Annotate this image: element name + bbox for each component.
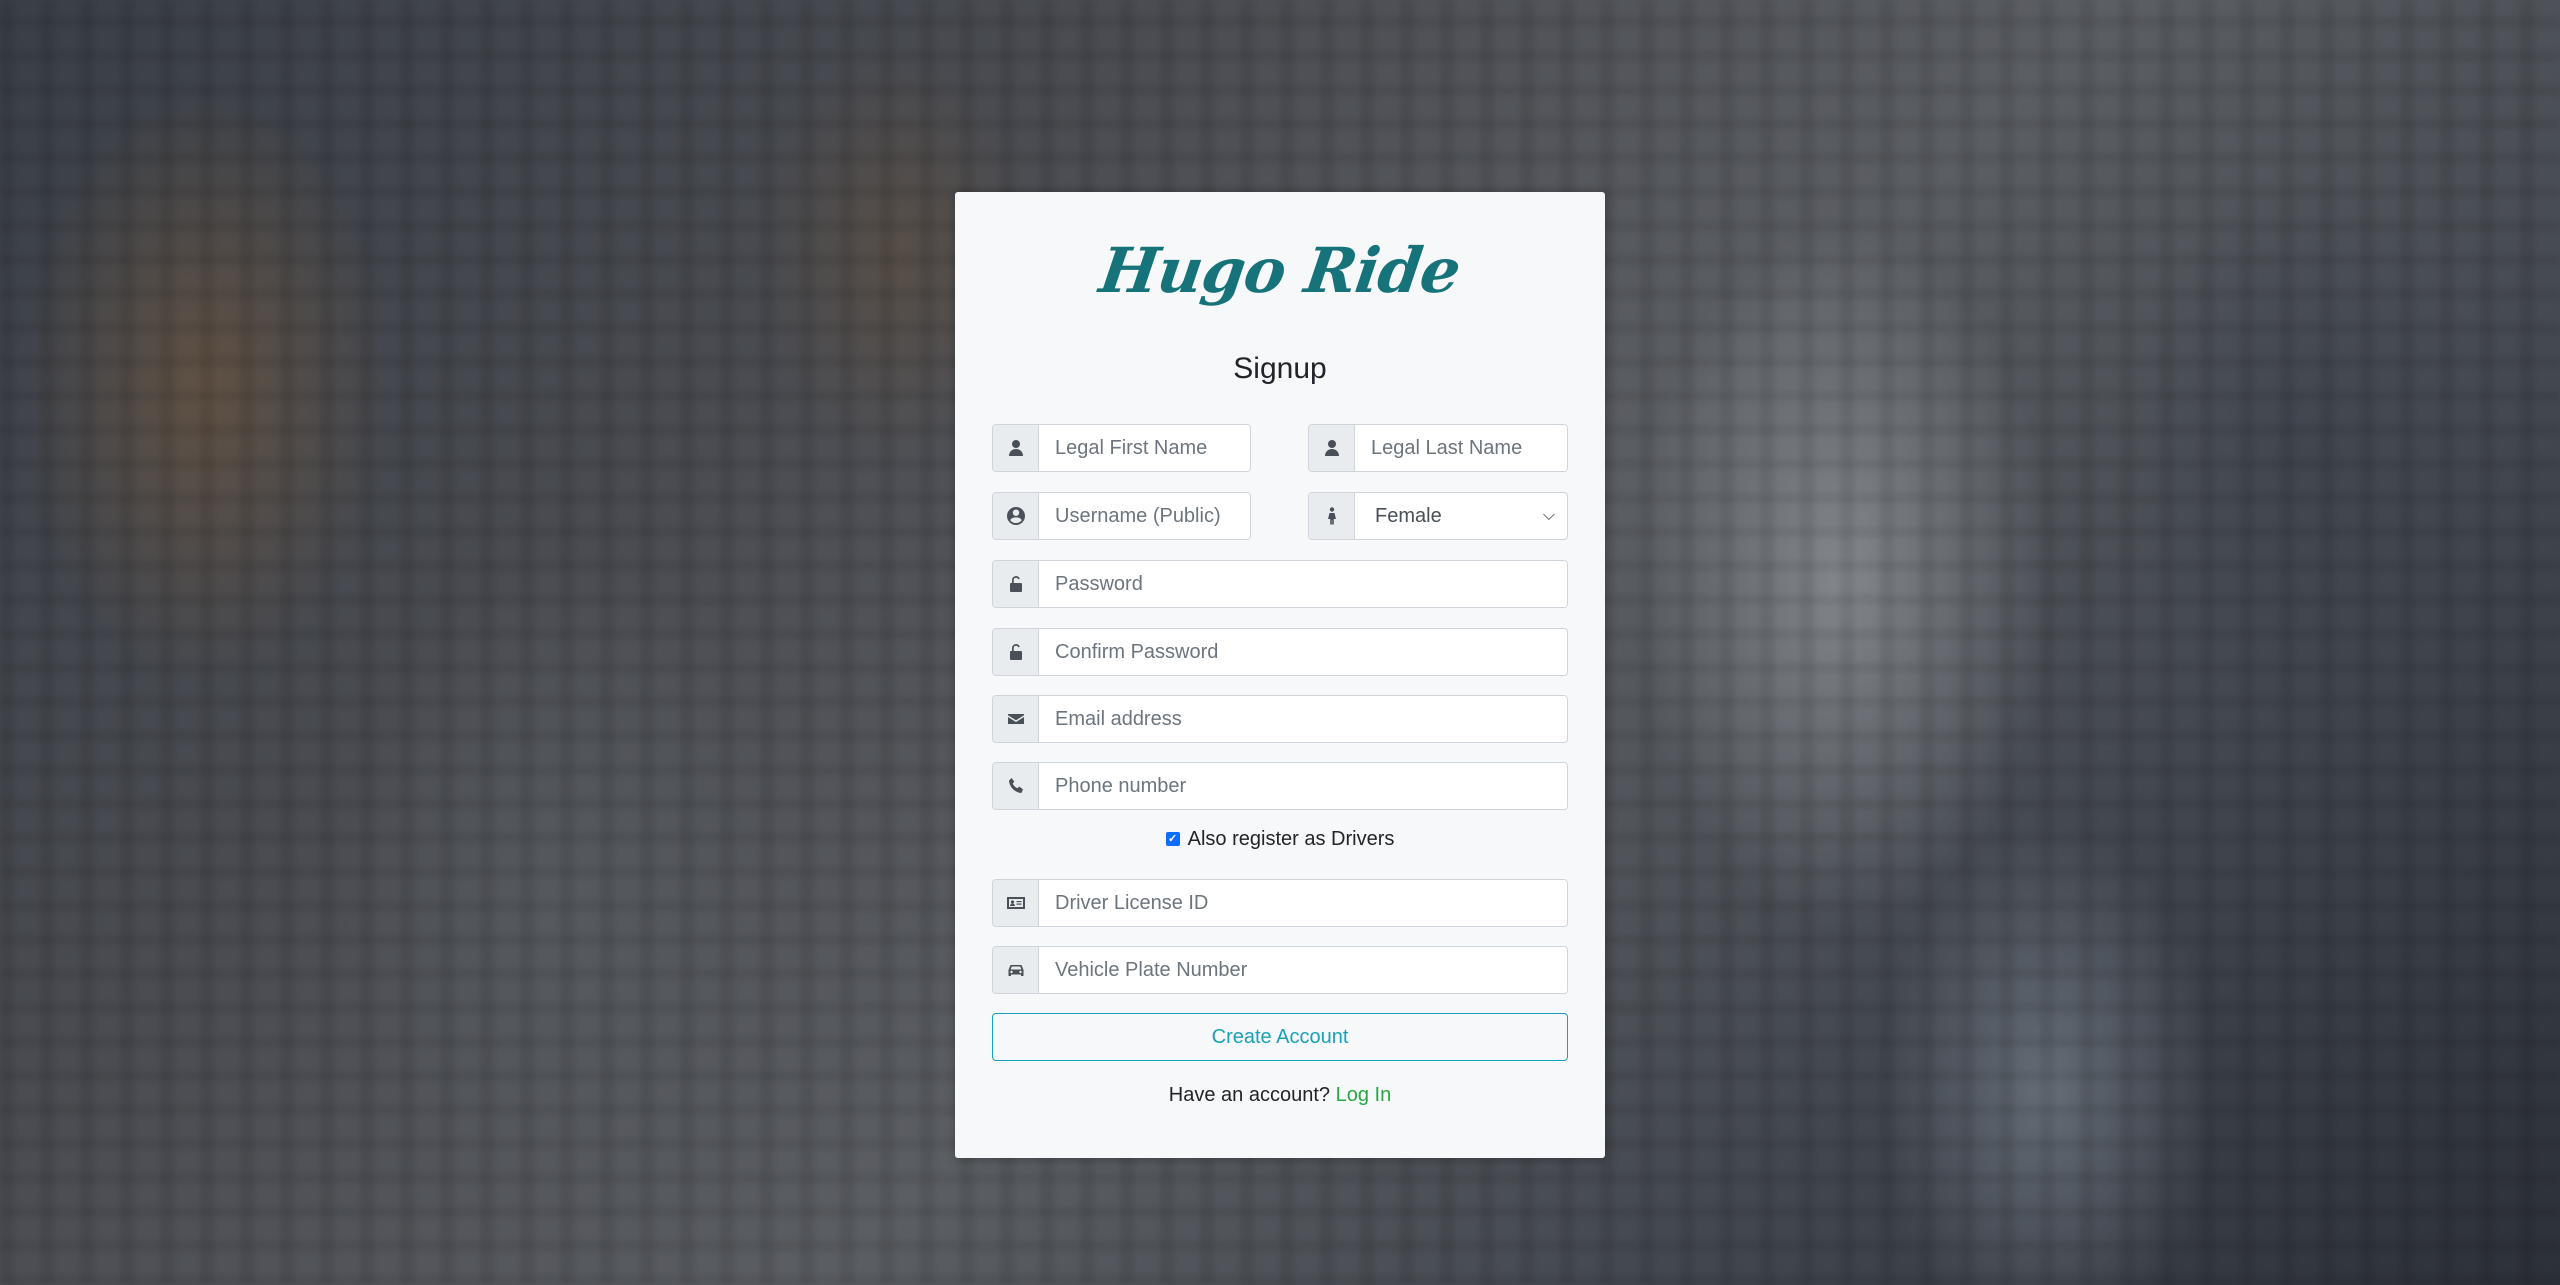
username-input[interactable]: [1039, 493, 1250, 539]
page-title: Signup: [1233, 352, 1327, 385]
username-group: [992, 492, 1251, 540]
gender-selected-value: Female: [1375, 504, 1442, 527]
chevron-down-icon: ⌵: [1542, 507, 1555, 524]
email-input[interactable]: [1039, 696, 1567, 742]
plate-group: [992, 946, 1568, 994]
login-prompt-text: Have an account?: [1168, 1084, 1331, 1106]
user-icon: [993, 425, 1039, 471]
confirm-password-group: [992, 628, 1568, 676]
gender-group: Female ⌵: [1308, 492, 1568, 540]
phone-icon: [993, 763, 1039, 809]
unlock-icon: [993, 629, 1039, 675]
envelope-icon: [993, 696, 1039, 742]
driver-checkbox-label: Also register as Drivers: [1187, 828, 1395, 850]
last-name-input[interactable]: [1355, 425, 1567, 471]
last-name-group: [1308, 424, 1568, 472]
login-link[interactable]: Log In: [1336, 1084, 1392, 1106]
female-icon: [1309, 493, 1355, 539]
email-group: [992, 695, 1568, 743]
user-icon: [1309, 425, 1355, 471]
driver-checkbox-row[interactable]: ✓ Also register as Drivers: [955, 828, 1605, 851]
unlock-icon: [993, 561, 1039, 607]
login-prompt-row: Have an account? Log In: [955, 1084, 1605, 1107]
driver-checkbox[interactable]: ✓: [1165, 831, 1180, 846]
id-card-icon: [993, 880, 1039, 926]
gender-select[interactable]: Female ⌵: [1355, 493, 1567, 539]
brand-logo: Hugo Ride: [1095, 234, 1465, 307]
create-account-button[interactable]: Create Account: [992, 1013, 1568, 1061]
confirm-password-input[interactable]: [1039, 629, 1567, 675]
phone-input[interactable]: [1039, 763, 1567, 809]
signup-card: Hugo Ride Signup Female ⌵: [955, 192, 1605, 1158]
first-name-input[interactable]: [1039, 425, 1250, 471]
password-group: [992, 560, 1568, 608]
plate-input[interactable]: [1039, 947, 1567, 993]
license-group: [992, 879, 1568, 927]
password-input[interactable]: [1039, 561, 1567, 607]
first-name-group: [992, 424, 1251, 472]
phone-group: [992, 762, 1568, 810]
user-circle-icon: [993, 493, 1039, 539]
car-icon: [993, 947, 1039, 993]
license-input[interactable]: [1039, 880, 1567, 926]
